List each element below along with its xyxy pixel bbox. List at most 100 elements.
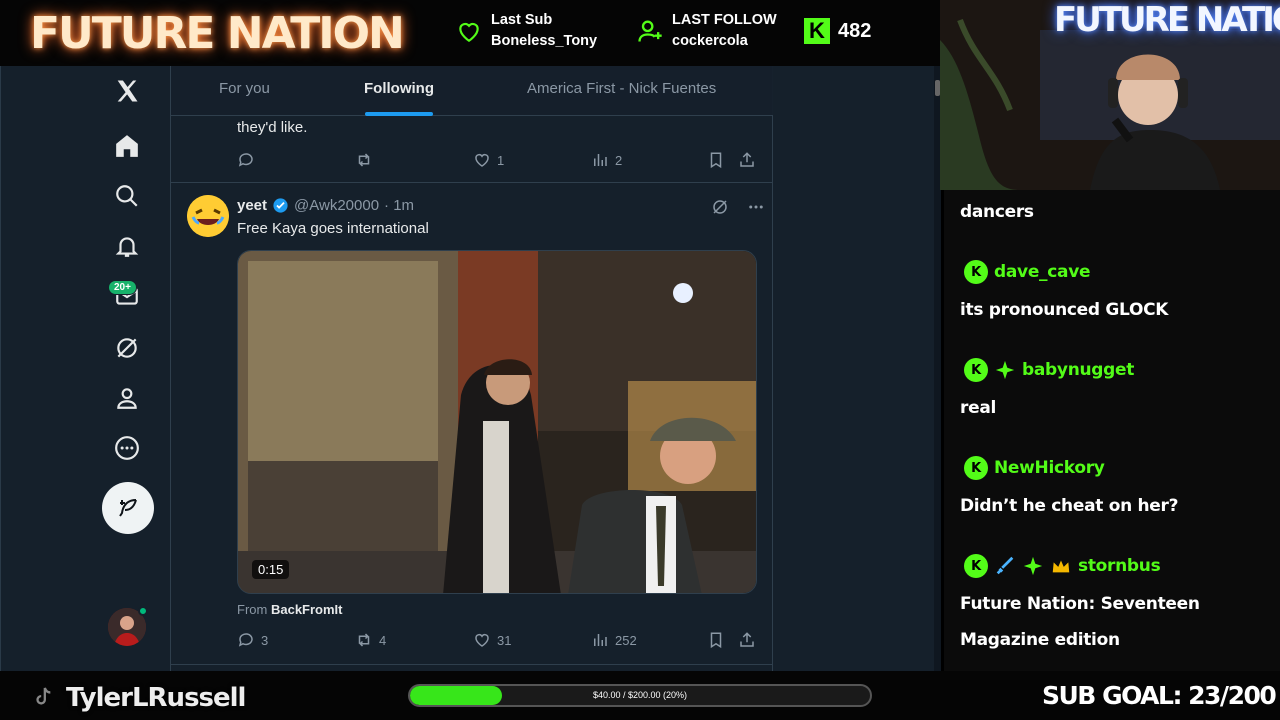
sparkle-badge-icon (1023, 556, 1043, 576)
video-frame (238, 251, 756, 593)
chat-message-text: Future Nation: Seventeen (960, 594, 1200, 614)
profile-icon[interactable] (107, 378, 147, 418)
last-follow-value: cockercola (672, 33, 748, 49)
views-count: 252 (615, 632, 637, 648)
repost-icon (358, 153, 370, 167)
reply-icon (238, 633, 253, 647)
kick-count: 482 (838, 19, 872, 42)
chat-message-text: Magazine edition (960, 630, 1120, 650)
chat-message-text: Didn’t he cheat on her? (960, 496, 1179, 516)
repost-button[interactable] (355, 151, 373, 169)
progress-label: $40.00 / $200.00 (20%) (592, 690, 688, 700)
kick-badge-icon: K (964, 260, 988, 284)
post-time[interactable]: · 1m (384, 197, 414, 214)
reply-count: 3 (261, 632, 269, 648)
more-icon[interactable] (107, 428, 147, 468)
chat-username: K stornbus (964, 554, 1161, 578)
chat-message-text: dancers (960, 202, 1034, 222)
kick-badge-icon: K (964, 358, 988, 382)
messages-badge: 20+ (108, 280, 137, 295)
tab-america-first[interactable]: America First - Nick Fuentes (527, 80, 716, 97)
webcam-feed: FUTURE NATION (940, 0, 1280, 190)
x-logo-icon[interactable] (107, 71, 147, 111)
share-button[interactable] (738, 151, 756, 169)
bookmark-button[interactable] (707, 151, 725, 169)
sub-goal-text: SUB GOAL: 23/200 (1042, 681, 1277, 710)
home-icon[interactable] (107, 126, 147, 166)
notifications-icon[interactable] (107, 226, 147, 266)
like-count: 31 (497, 632, 512, 648)
post-text: Free Kaya goes international (237, 220, 429, 237)
from-source[interactable]: BackFromIt (271, 602, 343, 617)
online-status-dot (138, 606, 148, 616)
views-button[interactable]: 2 (591, 151, 622, 169)
like-button[interactable]: 31 (473, 631, 511, 649)
kick-badge-icon: K (964, 554, 988, 578)
last-follow-label: LAST FOLLOW (672, 12, 777, 28)
previous-post-actions: 1 2 (237, 151, 757, 173)
like-button[interactable]: 1 (473, 151, 504, 169)
reply-button[interactable] (237, 151, 255, 169)
video-duration: 0:15 (252, 560, 290, 579)
bookmark-button[interactable] (707, 631, 725, 649)
bookmark-icon (710, 152, 722, 169)
compose-post-button[interactable] (102, 482, 154, 534)
last-follow-widget: LAST FOLLOW cockercola (636, 10, 777, 52)
brand-logo: FUTURE NATION (30, 8, 405, 59)
chat-message-text: real (960, 398, 997, 418)
previous-post-text: they'd like. (237, 119, 308, 136)
kick-badge-icon: K (964, 456, 988, 480)
post-divider (171, 182, 773, 183)
sparkle-badge-icon (995, 360, 1015, 380)
repost-button[interactable]: 4 (355, 631, 386, 649)
like-count: 1 (497, 152, 505, 168)
last-sub-value: Boneless_Tony (491, 33, 598, 49)
post-video[interactable]: 0:15 (237, 250, 757, 594)
like-icon (475, 153, 489, 167)
heart-icon (459, 22, 479, 43)
tiktok-icon (36, 687, 51, 705)
share-button[interactable] (738, 631, 756, 649)
video-source: From BackFromIt (237, 602, 343, 617)
x-app-window: 20+ For you Following America First - Ni… (0, 66, 941, 671)
last-sub-label: Last Sub (491, 12, 553, 28)
bottom-bar: TylerLRussell $40.00 / $200.00 (20%) SUB… (0, 671, 1280, 720)
views-count: 2 (615, 152, 623, 168)
views-icon (594, 154, 607, 166)
post-author-name[interactable]: yeet (237, 197, 267, 214)
post-author-handle[interactable]: @Awk20000 (294, 197, 379, 214)
tab-for-you[interactable]: For you (219, 80, 270, 97)
sub-goal-progress-bar: $40.00 / $200.00 (20%) (408, 684, 872, 707)
post-divider (171, 664, 773, 665)
chat-username-text: dave_cave (994, 262, 1091, 282)
chat-username: K NewHickory (964, 456, 1105, 480)
bookmark-icon (710, 632, 722, 649)
post-author-avatar[interactable] (187, 195, 229, 237)
timeline: For you Following America First - Nick F… (171, 66, 773, 671)
timeline-tabs: For you Following America First - Nick F… (171, 66, 773, 116)
stream-overlay: FUTURE NATION Last Sub Boneless_Tony LAS… (0, 0, 1280, 720)
chat-username-text: babynugget (1022, 360, 1135, 380)
grok-icon[interactable] (107, 328, 147, 368)
reply-button[interactable]: 3 (237, 631, 268, 649)
search-icon[interactable] (107, 176, 147, 216)
like-icon (475, 633, 489, 647)
views-button[interactable]: 252 (591, 631, 637, 649)
post-header: yeet @Awk20000 · 1m (237, 197, 414, 214)
share-icon (740, 632, 754, 647)
reply-icon (238, 153, 253, 167)
top-banner: FUTURE NATION Last Sub Boneless_Tony LAS… (0, 0, 940, 66)
chat-message-text: its pronounced GLOCK (960, 300, 1169, 320)
grok-explain-icon[interactable] (711, 198, 729, 216)
views-icon (594, 634, 607, 646)
streamer-name: TylerLRussell (66, 683, 246, 713)
repost-icon (358, 633, 370, 647)
feather-icon (119, 499, 137, 517)
tab-following[interactable]: Following (364, 80, 434, 97)
chat-username: K babynugget (964, 358, 1134, 382)
sword-badge-icon (996, 556, 1014, 575)
more-options-icon[interactable] (747, 198, 765, 216)
post-tools (711, 198, 765, 216)
post-actions: 3 4 31 252 (237, 631, 757, 653)
share-icon (740, 152, 754, 167)
